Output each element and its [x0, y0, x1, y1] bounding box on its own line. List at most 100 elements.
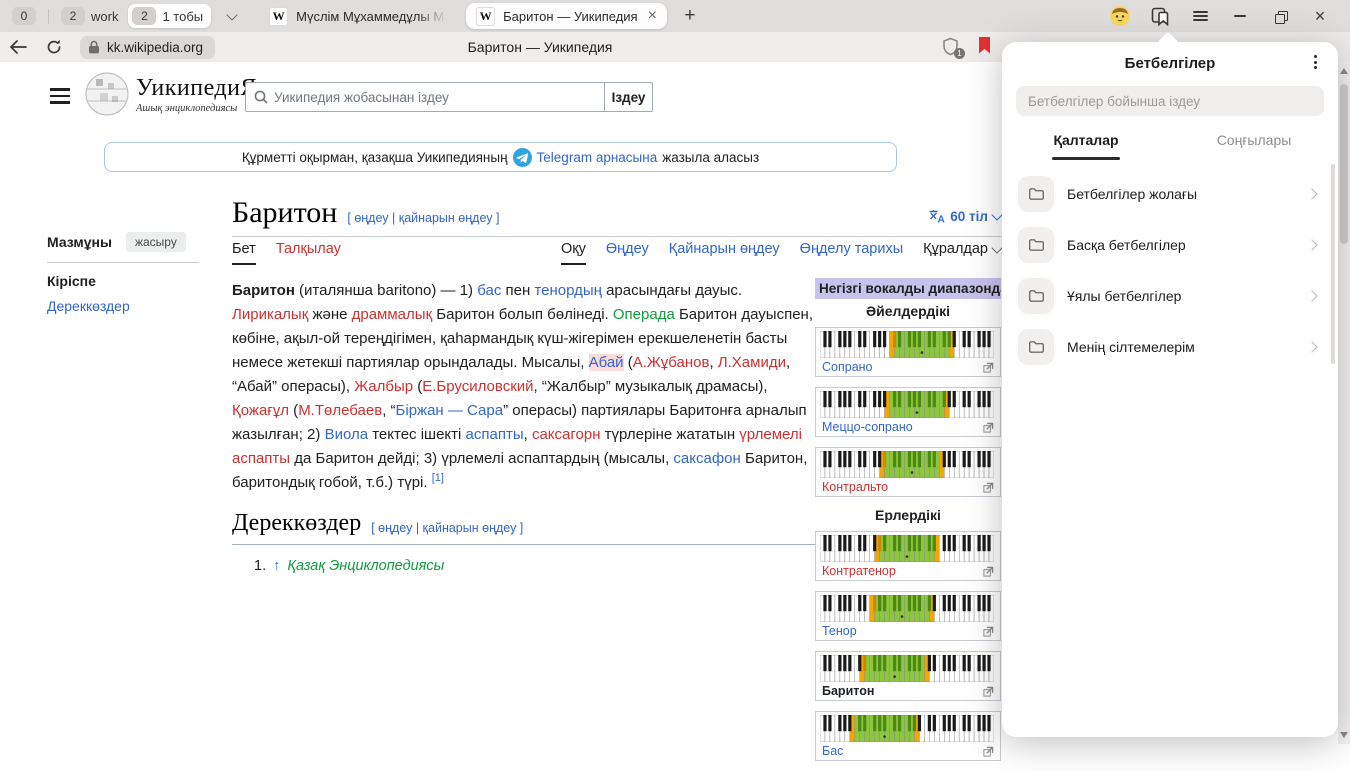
- wiki-link[interactable]: Қожағұл: [232, 402, 289, 419]
- piano-keyboard-image[interactable]: [816, 448, 1000, 478]
- lock-icon: [88, 40, 100, 54]
- wiki-search-button[interactable]: Іздеу: [604, 82, 653, 112]
- wiki-link[interactable]: Лирикалық: [232, 306, 308, 323]
- bookmark-folder-item[interactable]: Менің сілтемелерім: [1002, 321, 1338, 372]
- wiki-link[interactable]: Жалбыр: [354, 378, 413, 395]
- tab-close-icon[interactable]: ×: [648, 8, 657, 24]
- restore-window-button[interactable]: [1260, 2, 1300, 30]
- browser-tab-active[interactable]: W Баритон — Уикипедия ×: [466, 3, 667, 29]
- enlarge-button[interactable]: [983, 566, 994, 577]
- wiki-link[interactable]: Е.Брусиловский: [422, 378, 533, 395]
- browser-menu-icon[interactable]: [1180, 2, 1220, 30]
- piano-keyboard-image[interactable]: [816, 652, 1000, 682]
- wiki-link[interactable]: саксафон: [673, 450, 740, 467]
- enlarge-button[interactable]: [983, 482, 994, 493]
- wiki-link[interactable]: Л.Хамиди: [718, 354, 786, 371]
- scroll-down-arrow[interactable]: [1340, 732, 1348, 738]
- wiki-link[interactable]: Операда: [613, 306, 675, 323]
- wikipedia-favicon: W: [269, 7, 288, 26]
- bookmarks-search-input[interactable]: [1016, 94, 1324, 109]
- wiki-link[interactable]: драммалық: [352, 306, 433, 323]
- article-tab-өңделу-тарихы[interactable]: Өңделу тарихы: [800, 241, 903, 263]
- page-title: Баритон — Уикипедия: [330, 39, 750, 55]
- voice-label-тенор[interactable]: Тенор: [822, 624, 857, 638]
- enlarge-button[interactable]: [983, 422, 994, 433]
- tab-group[interactable]: 2work: [57, 4, 122, 28]
- wiki-link[interactable]: тенордың: [534, 282, 602, 299]
- banner-text: Құрметті оқырман, қазақша Уикипедияның: [242, 150, 508, 165]
- tab-group[interactable]: 0: [8, 4, 40, 28]
- article-tab-қайнарын-өңдеу[interactable]: Қайнарын өңдеу: [669, 241, 780, 263]
- browser-tab-inactive[interactable]: W Мүслім Мұхаммедұлы Ма: [259, 3, 456, 29]
- article-tab-бет[interactable]: Бет: [232, 241, 256, 265]
- piano-keyboard-image[interactable]: [816, 592, 1000, 622]
- url-chip[interactable]: kk.wikipedia.org: [80, 36, 215, 59]
- references-edit-links[interactable]: [ өңдеу | қайнарын өңдеу ]: [371, 521, 523, 535]
- wiki-menu-icon[interactable]: [50, 88, 70, 108]
- voice-label-контратенор[interactable]: Контратенор: [822, 564, 896, 578]
- tab-group[interactable]: 21 тобы: [128, 4, 211, 28]
- bookmarks-sidepanel-icon[interactable]: [1140, 2, 1180, 30]
- new-tab-button[interactable]: +: [677, 3, 703, 29]
- language-selector[interactable]: A 60 тіл: [928, 209, 1001, 224]
- enlarge-button[interactable]: [983, 362, 994, 373]
- wiki-link[interactable]: А.Жұбанов: [633, 354, 710, 371]
- wiki-link[interactable]: Абай: [589, 354, 624, 371]
- tab-bar: 0 2work21 тобы W Мүслім Мұхаммедұлы Ма W …: [0, 0, 1350, 32]
- article-tab-өңдеу[interactable]: Өңдеу: [606, 241, 649, 263]
- protect-shield-icon[interactable]: 1: [942, 37, 962, 57]
- article-tab-оқу[interactable]: Оқу: [561, 241, 586, 265]
- wikipedia-wordmark[interactable]: УикипедиЯ Ашық энциклопедиясы: [136, 75, 257, 114]
- tab-groups-expand-button[interactable]: [219, 5, 245, 27]
- toc-hide-button[interactable]: жасыру: [126, 232, 186, 252]
- voice-label-сопрано[interactable]: Сопрано: [822, 360, 873, 374]
- scrollbar-thumb[interactable]: [1340, 84, 1348, 244]
- panel-menu-icon[interactable]: [1308, 55, 1322, 71]
- close-window-button[interactable]: ×: [1300, 2, 1340, 30]
- text-run: , “Жалбыр” музыкалық драмасы),: [534, 378, 768, 395]
- toc-item-intro[interactable]: Кіріспе: [47, 273, 207, 289]
- title-edit-links[interactable]: [ өңдеу | қайнарын өңдеу ]: [347, 211, 499, 225]
- wiki-link[interactable]: бас: [477, 282, 501, 299]
- article-tab-құралдар[interactable]: Құралдар: [923, 241, 1001, 263]
- enlarge-button[interactable]: [983, 626, 994, 637]
- wikipedia-logo[interactable]: [84, 71, 130, 122]
- toc-item-references[interactable]: Дереккөздер: [47, 298, 207, 314]
- reference-source-link[interactable]: Қазақ Энциклопедиясы: [287, 558, 444, 574]
- reference-backlink[interactable]: ↑: [273, 558, 280, 574]
- enlarge-button[interactable]: [983, 746, 994, 757]
- panel-tab-folders[interactable]: Қалталар: [1002, 120, 1170, 160]
- wiki-link[interactable]: Виола: [325, 426, 369, 443]
- scroll-up-arrow[interactable]: [1340, 68, 1348, 74]
- profile-avatar[interactable]: [1100, 2, 1140, 30]
- tab-group-badge: 2: [132, 7, 156, 25]
- wiki-link[interactable]: М.Төлебаев: [298, 402, 382, 419]
- panel-tab-recent[interactable]: Соңғылары: [1170, 120, 1338, 160]
- bookmark-folder-item[interactable]: Бетбелгілер жолағы: [1002, 168, 1338, 219]
- piano-keyboard-image[interactable]: [816, 532, 1000, 562]
- piano-keyboard-image[interactable]: [816, 388, 1000, 418]
- voice-label-меццо-сопрано[interactable]: Меццо-сопрано: [822, 420, 913, 434]
- wiki-link[interactable]: аспапты: [466, 426, 524, 443]
- bookmark-folder-item[interactable]: Ұялы бетбелгілер: [1002, 270, 1338, 321]
- reload-button[interactable]: [36, 34, 72, 60]
- minimize-button[interactable]: [1220, 2, 1260, 30]
- panel-scrollbar-thumb[interactable]: [1331, 164, 1335, 364]
- voice-label-бас[interactable]: Бас: [822, 744, 843, 758]
- bookmark-folder-item[interactable]: Басқа бетбелгілер: [1002, 219, 1338, 270]
- article-tab-талқылау[interactable]: Талқылау: [276, 241, 341, 263]
- wiki-search-input[interactable]: [268, 89, 604, 106]
- piano-keyboard-image[interactable]: [816, 328, 1000, 358]
- voice-label-контральто[interactable]: Контральто: [822, 480, 888, 494]
- bookmark-flag-icon[interactable]: [978, 37, 991, 59]
- wiki-link[interactable]: саксагорн: [532, 426, 601, 443]
- back-button[interactable]: [0, 34, 36, 60]
- page-scrollbar[interactable]: [1338, 62, 1350, 744]
- reference-superscript[interactable]: [1]: [432, 472, 444, 484]
- enlarge-button[interactable]: [983, 686, 994, 697]
- folder-icon-tile: [1018, 176, 1054, 212]
- page-tabs-left: Бет Талқылау: [232, 241, 341, 268]
- wiki-link[interactable]: Біржан — Сара: [396, 402, 504, 419]
- piano-keyboard-image[interactable]: [816, 712, 1000, 742]
- telegram-channel-link[interactable]: Telegram арнасына: [537, 150, 658, 165]
